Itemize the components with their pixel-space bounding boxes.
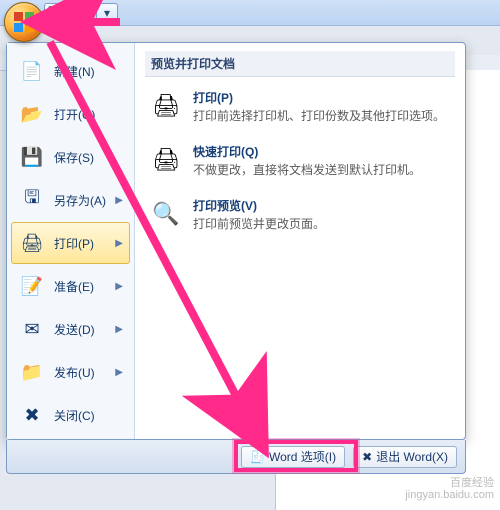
menu-item-send[interactable]: ✉ 发送(D) ▶ [11,308,130,350]
submenu-label: 打印(P) [193,89,445,106]
menu-item-save[interactable]: 💾 保存(S) [11,136,130,178]
menu-label: 新建(N) [54,63,95,80]
qat-save-button[interactable]: 💾 [44,3,66,23]
new-icon: 📄 [18,57,46,85]
print-icon: 🖨 [18,229,46,257]
save-icon: 💾 [18,143,46,171]
submenu-title: 预览并打印文档 [145,51,455,77]
submenu-desc: 打印前预览并更改页面。 [193,216,325,233]
menu-label: 保存(S) [54,149,94,166]
menu-label: 发送(D) [54,321,95,338]
office-menu: 📄 新建(N) 📂 打开(O) 💾 保存(S) 🖫 另存为(A) ▶ 🖨 打印(… [6,42,466,440]
menu-left-column: 📄 新建(N) 📂 打开(O) 💾 保存(S) 🖫 另存为(A) ▶ 🖨 打印(… [7,43,135,439]
watermark: 百度经验 jingyan.baidu.com [405,477,494,501]
menu-bottom-bar: 🧾 Word 选项(I) ✖ 退出 Word(X) [6,440,466,474]
submenu-desc: 打印前选择打印机、打印份数及其他打印选项。 [193,108,445,125]
chevron-right-icon: ▶ [115,195,123,206]
button-label: Word 选项(I) [269,448,336,465]
menu-item-open[interactable]: 📂 打开(O) [11,93,130,135]
chevron-right-icon: ▶ [115,238,123,249]
menu-item-saveas[interactable]: 🖫 另存为(A) ▶ [11,179,130,221]
menu-label: 发布(U) [54,364,95,381]
chevron-right-icon: ▶ [115,367,123,378]
submenu-item-quickprint[interactable]: 🖨 快速打印(Q) 不做更改，直接将文档发送到默认打印机。 [145,137,455,191]
menu-item-prepare[interactable]: 📝 准备(E) ▶ [11,265,130,307]
submenu-label: 打印预览(V) [193,197,325,214]
printer-icon: 🖨 [149,89,183,123]
menu-label: 准备(E) [54,278,94,295]
word-options-button[interactable]: 🧾 Word 选项(I) [241,446,345,468]
menu-item-publish[interactable]: 📁 发布(U) ▶ [11,351,130,393]
office-button[interactable] [4,2,44,42]
menu-label: 打印(P) [54,235,94,252]
exit-icon: ✖ [362,450,372,464]
submenu-item-print[interactable]: 🖨 打印(P) 打印前选择打印机、打印份数及其他打印选项。 [145,83,455,137]
button-label: 退出 Word(X) [376,448,448,465]
menu-item-close[interactable]: ✖ 关闭(C) [11,394,130,436]
menu-right-column: 预览并打印文档 🖨 打印(P) 打印前选择打印机、打印份数及其他打印选项。 🖨 … [135,43,465,439]
quick-print-icon: 🖨 [149,143,183,177]
preview-icon: 🔍 [149,197,183,231]
menu-item-new[interactable]: 📄 新建(N) [11,50,130,92]
menu-item-print[interactable]: 🖨 打印(P) ▶ [11,222,130,264]
options-icon: 🧾 [250,450,265,464]
qat-more-button[interactable]: ▾ [96,3,118,23]
exit-word-button[interactable]: ✖ 退出 Word(X) [353,446,457,468]
submenu-label: 快速打印(Q) [193,143,421,160]
prepare-icon: 📝 [18,272,46,300]
menu-label: 关闭(C) [54,407,95,424]
qat-undo-button[interactable]: ↶ [70,3,92,23]
menu-label: 打开(O) [54,106,95,123]
close-icon: ✖ [18,401,46,429]
submenu-item-preview[interactable]: 🔍 打印预览(V) 打印前预览并更改页面。 [145,191,455,245]
chevron-right-icon: ▶ [115,281,123,292]
saveas-icon: 🖫 [18,186,46,214]
title-bar: 💾 ↶ ▾ [0,0,500,26]
submenu-desc: 不做更改，直接将文档发送到默认打印机。 [193,162,421,179]
send-icon: ✉ [18,315,46,343]
open-icon: 📂 [18,100,46,128]
menu-label: 另存为(A) [54,192,106,209]
chevron-right-icon: ▶ [115,324,123,335]
publish-icon: 📁 [18,358,46,386]
